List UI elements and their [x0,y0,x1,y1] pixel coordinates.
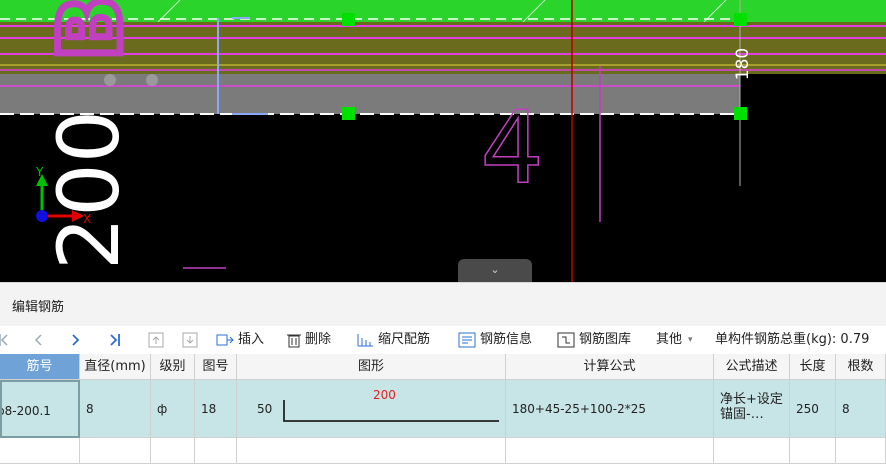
rebar-library-label: 钢筋图库 [579,332,632,347]
chevron-down-icon: ⌄ [490,263,500,276]
grip-handle[interactable] [342,13,355,26]
move-down-icon[interactable] [182,330,198,350]
insert-label: 插入 [238,332,265,347]
grip-handle[interactable] [342,107,355,120]
spacing-text: 200 [40,110,138,270]
rebar-mark: 4 [480,89,544,206]
figure-no-cell[interactable]: 18 [195,380,237,438]
cad-canvas[interactable]: 180 B 200 4 Y X ⌄ [0,0,886,282]
total-weight-text: 单构件钢筋总重(kg): 0.79 [715,332,870,347]
rebar-info-label: 钢筋信息 [480,332,533,347]
last-record-icon[interactable] [108,330,122,350]
bar-no-cell[interactable]: b8-200.1 [0,380,80,438]
length-cell[interactable]: 250 [790,380,836,438]
column-header[interactable]: 级别 [151,354,195,380]
insert-icon [216,334,234,346]
table-row[interactable]: b8-200.1 8 ф 18 50 200 180+45-25+100-2*2… [0,380,886,438]
collapse-panel-button[interactable]: ⌄ [458,259,532,282]
svg-text:Y: Y [35,165,44,179]
delete-button[interactable]: 删除 [287,330,331,350]
next-record-icon[interactable] [70,330,82,350]
scale-rebar-button[interactable]: 缩尺配筋 [356,330,430,350]
chevron-down-icon: ▾ [688,335,693,345]
column-header[interactable]: 筋号 [0,354,80,380]
count-cell[interactable]: 8 [836,380,886,438]
formula-desc-cell[interactable]: 净长+设定锚固-… [714,380,790,438]
other-label: 其他 [656,332,683,347]
library-icon [557,332,575,348]
rebar-shape-icon [283,400,499,422]
formula-cell[interactable]: 180+45-25+100-2*25 [506,380,714,438]
panel-header: 编辑钢筋 [0,282,886,327]
column-header[interactable]: 长度 [790,354,836,380]
diameter-cell[interactable]: 8 [80,380,151,438]
other-dropdown[interactable]: 其他 ▾ [656,330,693,350]
rebar-info-button[interactable]: 钢筋信息 [458,330,532,350]
rebar-library-button[interactable]: 钢筋图库 [557,330,631,350]
drawing: 180 B 200 4 Y X [0,0,886,282]
ruler-icon [357,334,373,347]
column-header[interactable]: 图形 [237,354,506,380]
grade-cell[interactable]: ф [151,380,195,438]
toolbar: 插入 删除 缩尺配筋 钢筋信息 钢筋图库 其他 ▾ 单构件钢筋总重(kg): 0… [0,326,886,354]
dim-text: 180 [733,48,753,80]
grip-handle[interactable] [734,13,747,26]
move-up-icon[interactable] [148,330,164,350]
table-header-row: 筋号 直径(mm) 级别 图号 图形 计算公式 公式描述 长度 根数 [0,354,886,380]
insert-button[interactable]: 插入 [216,330,264,350]
column-header[interactable]: 公式描述 [714,354,790,380]
column-header[interactable]: 根数 [836,354,886,380]
table-row-empty[interactable] [0,438,886,464]
delete-label: 删除 [305,332,332,347]
edit-rebar-panel: 编辑钢筋 插入 删除 缩尺配筋 钢筋信息 钢筋图库 其他 ▾ 单构件钢筋总重(k… [0,282,886,476]
previous-record-icon[interactable] [32,330,44,350]
shape-cell[interactable]: 50 200 [237,380,506,438]
column-header[interactable]: 直径(mm) [80,354,151,380]
panel-title: 编辑钢筋 [12,300,65,315]
grip-handle[interactable] [734,107,747,120]
trash-icon [287,334,301,348]
column-header[interactable]: 计算公式 [506,354,714,380]
scale-rebar-label: 缩尺配筋 [378,332,431,347]
column-header[interactable]: 图号 [195,354,237,380]
first-record-icon[interactable] [0,330,8,350]
section-letter: B [41,0,141,61]
svg-text:X: X [83,212,91,226]
info-list-icon [458,332,476,348]
rebar-table: 筋号 直径(mm) 级别 图号 图形 计算公式 公式描述 长度 根数 b8-20… [0,354,886,476]
